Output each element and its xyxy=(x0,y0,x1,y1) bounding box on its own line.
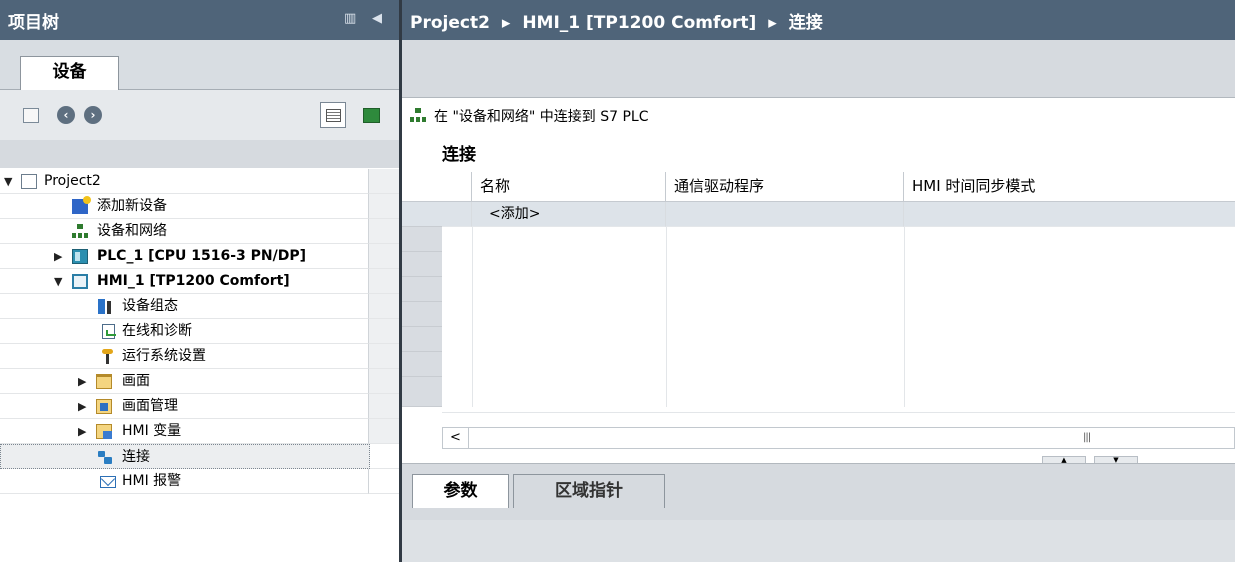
tree-item-runtime-settings[interactable]: 运行系统设置 xyxy=(0,344,368,369)
tab-devices[interactable]: 设备 xyxy=(20,56,119,90)
properties-body xyxy=(402,520,1235,562)
tree-item-label: 运行系统设置 xyxy=(122,348,206,364)
tree-item-label: HMI 报警 xyxy=(122,473,182,489)
project-icon xyxy=(21,174,37,189)
connect-network-icon[interactable] xyxy=(410,108,428,124)
tree-item-devices-networks[interactable]: 设备和网络 xyxy=(0,219,368,244)
overview-icon[interactable] xyxy=(320,102,346,128)
collapse-panel-icon[interactable]: ◀ xyxy=(372,11,382,26)
hmi-alarms-icon xyxy=(100,476,116,488)
tree-item-label: HMI_1 [TP1200 Comfort] xyxy=(97,273,290,289)
back-icon[interactable]: ‹ xyxy=(53,102,79,128)
network-icon xyxy=(72,224,88,239)
connect-to-s7-plc-link[interactable]: 在 "设备和网络" 中连接到 S7 PLC xyxy=(434,106,649,126)
breadcrumb-device[interactable]: HMI_1 [TP1200 Comfort] xyxy=(522,13,756,33)
project-tree: ▼ Project2 添加新设备 设备和网络 ▶ PLC_1 [CPU 1516 xyxy=(0,169,399,562)
table-row-icon xyxy=(442,202,472,227)
device-config-icon xyxy=(97,299,113,314)
row-header[interactable] xyxy=(402,202,442,227)
forward-icon[interactable]: › xyxy=(80,102,106,128)
row-header xyxy=(402,327,442,352)
tree-item-label: 画面 xyxy=(122,373,150,389)
connections-section-title: 连接 xyxy=(442,145,476,165)
row-icon-header xyxy=(442,172,472,202)
expand-arrow-icon[interactable]: ▶ xyxy=(78,394,90,419)
column-header-time-sync[interactable]: HMI 时间同步模式 xyxy=(904,172,1235,202)
tree-item-screen-management[interactable]: ▶ 画面管理 xyxy=(0,394,368,419)
editor-breadcrumb: Project2 ▸ HMI_1 [TP1200 Comfort] ▸ 连接 xyxy=(402,0,1235,40)
screen-management-icon xyxy=(96,399,112,414)
tree-item-plc1[interactable]: ▶ PLC_1 [CPU 1516-3 PN/DP] xyxy=(0,244,368,269)
expand-arrow-icon[interactable]: ▶ xyxy=(78,369,90,394)
driver-cell[interactable] xyxy=(666,202,904,227)
plc-icon xyxy=(72,249,88,264)
expand-arrow-icon[interactable]: ▶ xyxy=(78,419,90,444)
layout-toggle-icon[interactable]: ▥ xyxy=(344,11,356,26)
tree-item-label: 添加新设备 xyxy=(97,198,167,214)
row-header xyxy=(402,352,442,377)
tree-item-label: 设备和网络 xyxy=(97,223,167,239)
expand-arrow-icon[interactable]: ▼ xyxy=(4,169,16,194)
breadcrumb-project[interactable]: Project2 xyxy=(410,13,490,33)
add-device-icon xyxy=(72,196,91,214)
add-connection-cell[interactable]: <添加> xyxy=(472,202,666,227)
project-tree-title-bar: 项目树 ▥ ◀ xyxy=(0,0,399,40)
scroll-thumb[interactable]: ||| xyxy=(1083,432,1091,443)
project-tree-tabs: 设备 xyxy=(0,40,399,90)
diagnostics-icon xyxy=(102,324,116,339)
table-corner xyxy=(402,172,442,202)
tab-area-pointers[interactable]: 区域指针 xyxy=(513,474,665,508)
row-header xyxy=(402,302,442,327)
tree-item-screens[interactable]: ▶ 画面 xyxy=(0,369,368,394)
tree-item-hmi1[interactable]: ▼ HMI_1 [TP1200 Comfort] xyxy=(0,269,368,294)
breadcrumb-current: 连接 xyxy=(788,13,823,33)
editor-top-strip xyxy=(402,40,1235,98)
row-header xyxy=(402,277,442,302)
expand-arrow-icon[interactable]: ▶ xyxy=(54,244,66,269)
tree-item-hmi-alarms[interactable]: HMI 报警 xyxy=(0,469,368,494)
tree-item-label: HMI 变量 xyxy=(122,423,182,439)
export-icon[interactable] xyxy=(358,102,384,128)
tab-parameters[interactable]: 参数 xyxy=(412,474,509,508)
horizontal-scrollbar[interactable]: < ||| xyxy=(442,427,1235,449)
tree-item-device-config[interactable]: 设备组态 xyxy=(0,294,368,319)
column-header-name[interactable]: 名称 xyxy=(472,172,666,202)
connections-editor: Project2 ▸ HMI_1 [TP1200 Comfort] ▸ 连接 在… xyxy=(402,0,1235,562)
tree-item-label: 画面管理 xyxy=(122,398,178,414)
new-group-icon[interactable] xyxy=(18,102,44,128)
breadcrumb-separator-icon: ▸ xyxy=(768,13,777,33)
row-header xyxy=(402,252,442,277)
hmi-icon xyxy=(72,274,88,289)
tree-item-project2[interactable]: ▼ Project2 xyxy=(0,169,368,194)
project-tree-panel: 项目树 ▥ ◀ 设备 ‹ › ▼ Project2 添加新设备 设备和网络 ▶ … xyxy=(0,0,399,562)
breadcrumb-separator-icon: ▸ xyxy=(501,13,511,33)
project-tree-toolbar: ‹ › xyxy=(0,90,399,140)
tree-item-connections[interactable]: 连接 xyxy=(0,444,370,469)
tree-item-label: 在线和诊断 xyxy=(122,323,192,339)
project-tree-title: 项目树 xyxy=(8,13,59,33)
hmi-tags-icon xyxy=(96,424,112,439)
column-header-driver[interactable]: 通信驱动程序 xyxy=(666,172,904,202)
tree-item-label: 设备组态 xyxy=(122,298,178,314)
connections-icon xyxy=(97,450,113,465)
tree-item-label: Project2 xyxy=(44,173,101,189)
tree-item-label: 连接 xyxy=(122,449,150,465)
tree-item-hmi-tags[interactable]: ▶ HMI 变量 xyxy=(0,419,368,444)
tree-header-strip xyxy=(0,140,399,168)
properties-tabs: 参数 区域指针 xyxy=(402,463,1235,523)
tree-item-add-device[interactable]: 添加新设备 xyxy=(0,194,368,219)
tree-item-label: PLC_1 [CPU 1516-3 PN/DP] xyxy=(97,248,307,264)
editor-toolbar: 在 "设备和网络" 中连接到 S7 PLC xyxy=(402,98,1235,134)
row-header xyxy=(402,227,442,252)
scroll-left-icon[interactable]: < xyxy=(443,428,469,448)
tia-portal-window: 项目树 ▥ ◀ 设备 ‹ › ▼ Project2 添加新设备 设备和网络 ▶ … xyxy=(0,0,1235,562)
expand-arrow-icon[interactable]: ▼ xyxy=(54,269,66,294)
runtime-settings-icon xyxy=(100,349,116,364)
row-header xyxy=(402,377,442,407)
screens-folder-icon xyxy=(96,374,112,389)
tree-item-online-diagnostics[interactable]: 在线和诊断 xyxy=(0,319,368,344)
